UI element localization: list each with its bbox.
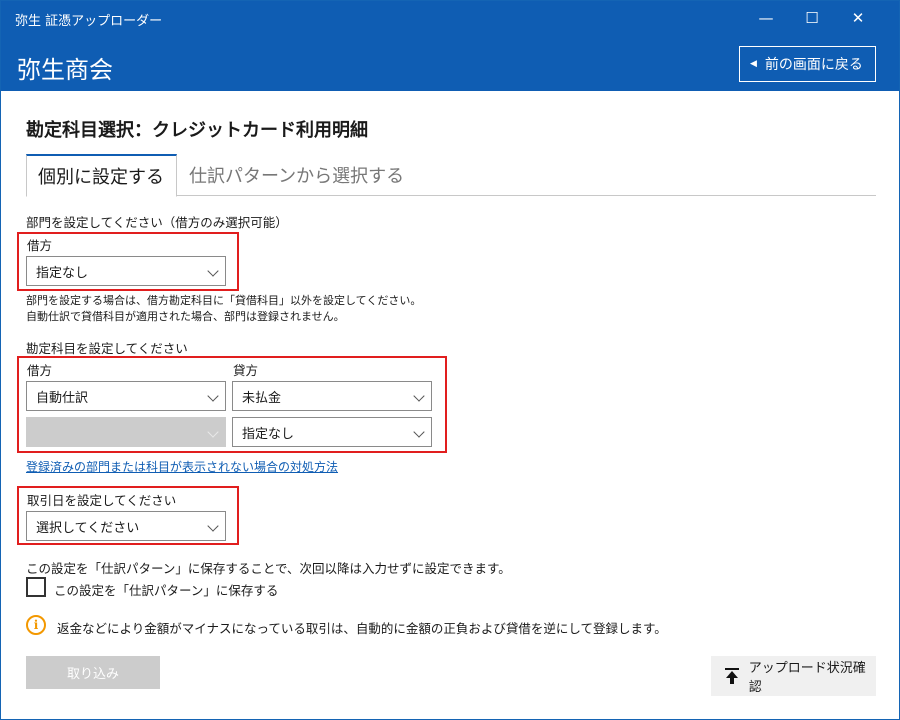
info-icon: i — [26, 615, 46, 635]
accounts-section-label: 勘定科目を設定してください — [26, 341, 188, 356]
chevron-down-icon — [207, 390, 219, 402]
chevron-down-icon — [413, 390, 425, 402]
credit-account-value: 未払金 — [242, 390, 282, 406]
chevron-down-icon — [413, 426, 425, 438]
save-pattern-label[interactable]: この設定を「仕訳パターン」に保存する — [54, 580, 278, 599]
department-debit-label: 借方 — [27, 238, 53, 253]
import-button: 取り込み — [26, 656, 160, 689]
credit-sub-account-select[interactable]: 指定なし — [232, 417, 432, 447]
close-button[interactable]: ✕ — [835, 1, 881, 35]
back-button[interactable]: ◀ 前の画面に戻る — [739, 46, 876, 82]
maximize-button[interactable]: ☐ — [789, 1, 835, 35]
date-section-label: 取引日を設定してください — [27, 493, 177, 508]
date-select[interactable]: 選択してください — [26, 511, 226, 541]
department-note-2: 自動仕訳で貸借科目が適用された場合、部門は登録されません。 — [26, 310, 345, 323]
accounts-credit-label: 貸方 — [233, 363, 259, 378]
upload-icon — [725, 668, 739, 684]
save-pattern-checkbox[interactable] — [26, 577, 46, 597]
accounts-debit-label: 借方 — [27, 363, 53, 378]
app-header: 弥生商会 ◀ 前の画面に戻る — [1, 35, 899, 91]
minimize-button[interactable]: — — [743, 1, 789, 35]
upload-status-button[interactable]: アップロード状況確認 — [711, 656, 876, 696]
department-debit-value: 指定なし — [36, 265, 89, 281]
tab-bar: 個別に設定する 仕訳パターンから選択する — [26, 154, 876, 197]
department-section-label: 部門を設定してください（借方のみ選択可能） — [26, 215, 288, 230]
debit-account-select[interactable]: 自動仕訳 — [26, 381, 226, 411]
window-title: 弥生 証憑アップローダー — [15, 14, 163, 29]
minimize-icon: — — [758, 9, 774, 27]
chevron-down-icon — [207, 520, 219, 532]
tab-pattern[interactable]: 仕訳パターンから選択する — [189, 154, 404, 196]
department-debit-select[interactable]: 指定なし — [26, 256, 226, 286]
chevron-down-icon — [207, 426, 219, 438]
help-link[interactable]: 登録済みの部門または科目が表示されない場合の対処方法 — [26, 458, 338, 475]
pattern-note: この設定を「仕訳パターン」に保存することで、次回以降は入力せずに設定できます。 — [26, 561, 511, 576]
tab-individual[interactable]: 個別に設定する — [26, 154, 177, 197]
close-icon: ✕ — [851, 9, 865, 27]
debit-sub-account-select — [26, 417, 226, 447]
info-text: 返金などにより金額がマイナスになっている取引は、自動的に金額の正負および貸借を逆… — [57, 621, 667, 636]
debit-account-value: 自動仕訳 — [36, 390, 89, 406]
info-icon-glyph: i — [33, 618, 39, 632]
page-title: 勘定科目選択：クレジットカード利用明細 — [26, 120, 368, 141]
credit-account-select[interactable]: 未払金 — [232, 381, 432, 411]
back-button-label: 前の画面に戻る — [764, 57, 863, 73]
chevron-down-icon — [207, 265, 219, 277]
title-bar: 弥生 証憑アップローダー — ☐ ✕ — [1, 1, 899, 35]
app-window: 弥生 証憑アップローダー — ☐ ✕ 弥生商会 ◀ 前の画面に戻る 勘定科目選択… — [0, 0, 900, 720]
maximize-icon: ☐ — [805, 9, 819, 27]
date-value: 選択してください — [36, 520, 140, 536]
company-name: 弥生商会 — [17, 56, 113, 84]
upload-status-label: アップロード状況確認 — [748, 661, 866, 695]
department-note-1: 部門を設定する場合は、借方勘定科目に「貸借科目」以外を設定してください。 — [26, 294, 422, 307]
caret-left-icon: ◀ — [750, 59, 757, 69]
credit-sub-account-value: 指定なし — [242, 426, 295, 442]
